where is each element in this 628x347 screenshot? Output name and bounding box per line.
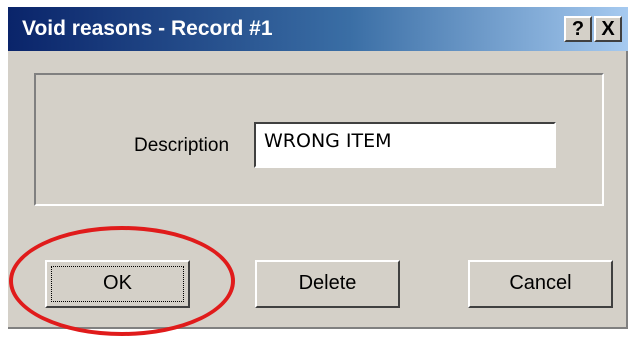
- close-icon[interactable]: X: [594, 16, 622, 42]
- window-title: Void reasons - Record #1: [22, 17, 273, 40]
- cancel-button[interactable]: Cancel: [468, 260, 613, 308]
- ok-button[interactable]: OK: [45, 260, 190, 308]
- title-bar[interactable]: Void reasons - Record #1 ? X: [8, 7, 628, 51]
- delete-button[interactable]: Delete: [255, 260, 400, 308]
- help-icon[interactable]: ?: [564, 16, 592, 42]
- description-label: Description: [134, 135, 230, 156]
- description-input[interactable]: WRONG ITEM: [254, 122, 556, 168]
